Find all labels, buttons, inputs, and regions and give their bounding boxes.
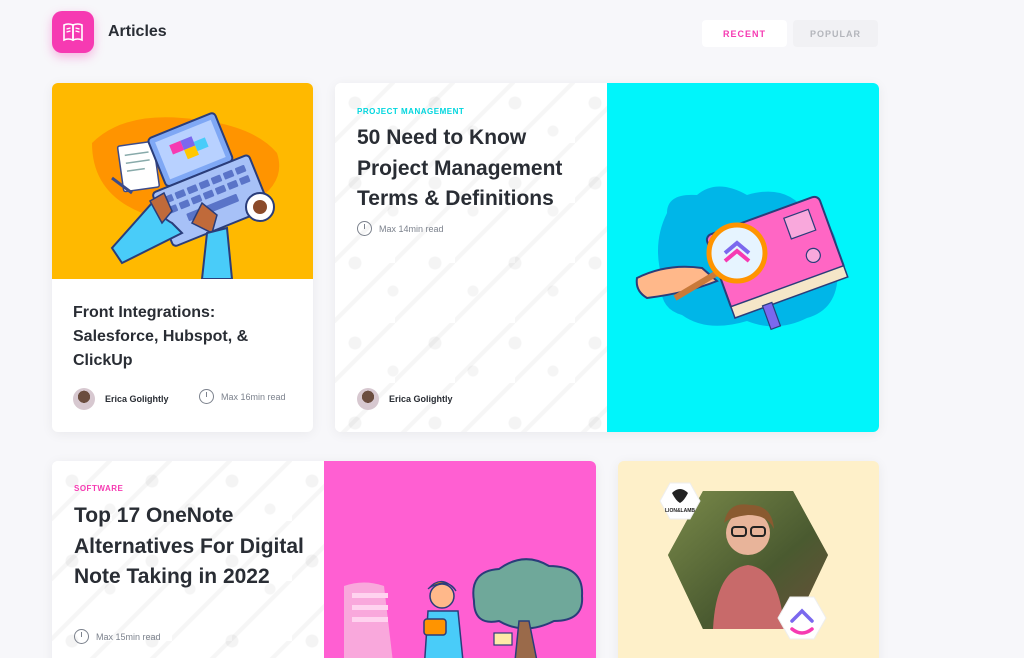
clock-icon — [357, 221, 372, 236]
read-time-text: Max 16min read — [221, 391, 286, 402]
read-time: Max 16min read — [199, 389, 286, 404]
category-label[interactable]: SOFTWARE — [74, 484, 123, 493]
card-title[interactable]: Top 17 OneNote Alternatives For Digital … — [74, 501, 314, 593]
page-title: Articles — [108, 23, 167, 40]
avatar — [73, 388, 95, 410]
laptop-puzzle-illustration — [52, 83, 313, 280]
avatar — [357, 388, 379, 410]
category-label[interactable]: PROJECT MANAGEMENT — [357, 107, 464, 116]
articles-logo[interactable] — [52, 11, 94, 53]
card-title[interactable]: 50 Need to Know Project Management Terms… — [357, 123, 587, 215]
article-card-front-integrations[interactable]: Front Integrations: Salesforce, Hubspot,… — [52, 83, 313, 432]
read-time: Max 15min read — [74, 629, 161, 644]
author-name: Erica Golightly — [105, 394, 169, 404]
card-author: Erica Golightly — [73, 388, 169, 410]
woman-tree-illustration — [324, 461, 596, 658]
article-tabs: RECENT POPULAR — [702, 20, 878, 47]
tab-popular[interactable]: POPULAR — [793, 20, 878, 47]
clock-icon — [199, 389, 214, 404]
book-icon — [63, 23, 83, 42]
card-title[interactable]: Front Integrations: Salesforce, Hubspot,… — [73, 301, 293, 373]
clock-icon — [74, 629, 89, 644]
svg-text:LION&LAMB: LION&LAMB — [665, 508, 695, 514]
article-card-onenote[interactable]: SOFTWARE Top 17 OneNote Alternatives For… — [52, 461, 596, 658]
article-card-pm-terms[interactable]: PROJECT MANAGEMENT 50 Need to Know Proje… — [335, 83, 879, 432]
lion-lamb-badge: LION&LAMB — [659, 482, 701, 520]
read-time-text: Max 14min read — [379, 223, 444, 234]
tab-recent[interactable]: RECENT — [702, 20, 787, 47]
card-author: Erica Golightly — [357, 388, 453, 410]
magnifier-book-illustration — [607, 83, 879, 432]
page-header: Articles — [52, 11, 167, 53]
card-text-panel: SOFTWARE Top 17 OneNote Alternatives For… — [52, 461, 324, 658]
article-card-photo[interactable]: LION&LAMB — [618, 461, 879, 658]
author-name: Erica Golightly — [389, 394, 453, 404]
read-time-text: Max 15min read — [96, 631, 161, 642]
read-time: Max 14min read — [357, 221, 444, 236]
person-hexagon-photo: LION&LAMB — [659, 482, 828, 640]
card-text-panel: PROJECT MANAGEMENT 50 Need to Know Proje… — [335, 83, 607, 432]
